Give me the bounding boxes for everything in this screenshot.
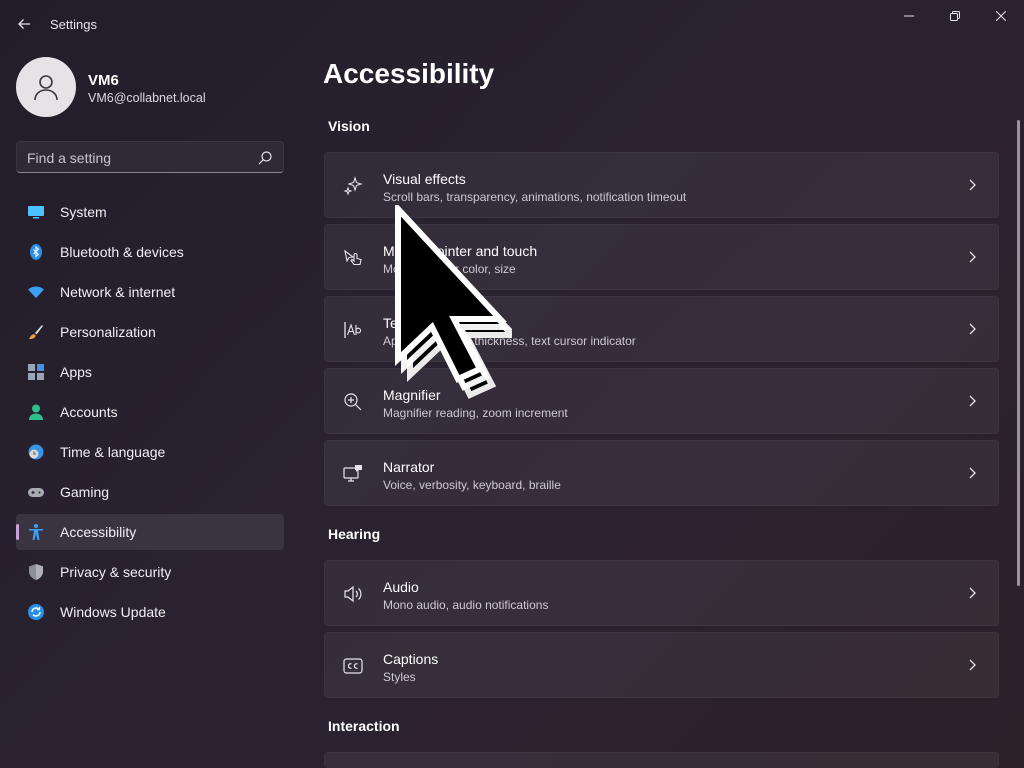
card-captions[interactable]: Captions Styles [324, 632, 999, 698]
sidebar-item-label: Accessibility [60, 524, 137, 540]
sidebar-nav: System Bluetooth & devices Network & int… [16, 194, 284, 634]
chevron-right-icon [969, 467, 976, 479]
chevron-right-icon [969, 395, 976, 407]
apps-icon [28, 364, 44, 380]
user-email: VM6@collabnet.local [88, 91, 206, 105]
narrator-icon [343, 464, 363, 484]
sidebar-item-label: Personalization [60, 324, 156, 340]
minimize-button[interactable] [886, 0, 932, 32]
sidebar-item-privacy[interactable]: Privacy & security [16, 554, 284, 590]
close-button[interactable] [978, 0, 1024, 32]
chevron-right-icon [969, 659, 976, 671]
sidebar-item-label: Time & language [60, 444, 166, 460]
brush-icon [28, 324, 44, 340]
back-arrow-icon [18, 19, 30, 29]
card-partial[interactable] [324, 752, 999, 768]
accessibility-icon [28, 524, 44, 540]
card-magnifier[interactable]: Magnifier Magnifier reading, zoom increm… [324, 368, 999, 434]
sidebar-item-time-language[interactable]: Time & language [16, 434, 284, 470]
section-heading-interaction: Interaction [328, 718, 400, 734]
sidebar-item-accounts[interactable]: Accounts [16, 394, 284, 430]
sidebar-item-label: Gaming [60, 484, 110, 500]
search-icon[interactable] [257, 150, 273, 166]
card-subtitle: Scroll bars, transparency, animations, n… [383, 190, 687, 204]
sidebar-item-accessibility[interactable]: Accessibility [16, 514, 284, 550]
sidebar-item-label: Privacy & security [60, 564, 172, 580]
bluetooth-icon [28, 244, 44, 260]
page-title: Accessibility [323, 58, 495, 89]
app-title: Settings [50, 17, 97, 32]
card-subtitle: Mono audio, audio notifications [383, 598, 549, 612]
globe-clock-icon [28, 444, 44, 460]
avatar[interactable] [16, 57, 76, 117]
text-cursor-icon [343, 320, 363, 340]
close-icon [996, 11, 1006, 21]
sidebar-item-gaming[interactable]: Gaming [16, 474, 284, 510]
sidebar-item-label: Accounts [60, 404, 118, 420]
card-audio[interactable]: Audio Mono audio, audio notifications [324, 560, 999, 626]
sparkle-icon [343, 176, 363, 196]
card-title: Audio [383, 579, 419, 595]
chevron-right-icon [969, 251, 976, 263]
sidebar-item-label: Windows Update [60, 604, 166, 620]
search-box[interactable] [16, 141, 284, 173]
monitor-icon [28, 204, 44, 220]
magnifier-icon [343, 392, 363, 412]
card-subtitle: Magnifier reading, zoom increment [383, 406, 568, 420]
sidebar-item-label: Bluetooth & devices [60, 244, 184, 260]
card-title: Narrator [383, 459, 435, 475]
card-subtitle: Appearance and thickness, text cursor in… [383, 334, 636, 348]
sidebar-item-label: Network & internet [60, 284, 176, 300]
wifi-icon [28, 284, 44, 300]
sidebar-item-label: Apps [60, 364, 92, 380]
chevron-right-icon [969, 587, 976, 599]
card-narrator[interactable]: Narrator Voice, verbosity, keyboard, bra… [324, 440, 999, 506]
scrollbar[interactable] [1017, 120, 1020, 586]
chevron-right-icon [969, 179, 976, 191]
card-mouse-pointer-touch[interactable]: Mouse pointer and touch Mouse pointer co… [324, 224, 999, 290]
sidebar-item-personalization[interactable]: Personalization [16, 314, 284, 350]
restore-icon [950, 11, 960, 21]
gamepad-icon [28, 484, 44, 500]
card-title: Text cursor [383, 315, 452, 331]
sidebar-item-apps[interactable]: Apps [16, 354, 284, 390]
card-title: Magnifier [383, 387, 441, 403]
search-input[interactable] [27, 148, 247, 168]
sidebar-item-bluetooth[interactable]: Bluetooth & devices [16, 234, 284, 270]
chevron-right-icon [969, 323, 976, 335]
sidebar-item-system[interactable]: System [16, 194, 284, 230]
shield-icon [28, 564, 44, 580]
section-heading-hearing: Hearing [328, 526, 381, 542]
card-title: Mouse pointer and touch [383, 243, 538, 259]
section-heading-vision: Vision [328, 118, 370, 134]
card-text-cursor[interactable]: Text cursor Appearance and thickness, te… [324, 296, 999, 362]
minimize-icon [904, 15, 914, 17]
card-subtitle: Styles [383, 670, 416, 684]
person-icon [34, 75, 58, 101]
user-name: VM6 [88, 72, 119, 89]
pointer-touch-icon [343, 248, 363, 268]
title-bar: Settings [0, 0, 1024, 48]
restore-button[interactable] [932, 0, 978, 32]
update-icon [28, 604, 44, 620]
sidebar-item-label: System [60, 204, 107, 220]
card-title: Visual effects [383, 171, 466, 187]
sidebar-item-network[interactable]: Network & internet [16, 274, 284, 310]
speaker-icon [343, 584, 363, 604]
card-visual-effects[interactable]: Visual effects Scroll bars, transparency… [324, 152, 999, 218]
card-title: Captions [383, 651, 439, 667]
captions-icon [343, 656, 363, 676]
person-icon [28, 404, 44, 420]
back-button[interactable] [8, 8, 40, 40]
card-subtitle: Voice, verbosity, keyboard, braille [383, 478, 561, 492]
sidebar-item-windows-update[interactable]: Windows Update [16, 594, 284, 630]
card-subtitle: Mouse pointer color, size [383, 262, 516, 276]
